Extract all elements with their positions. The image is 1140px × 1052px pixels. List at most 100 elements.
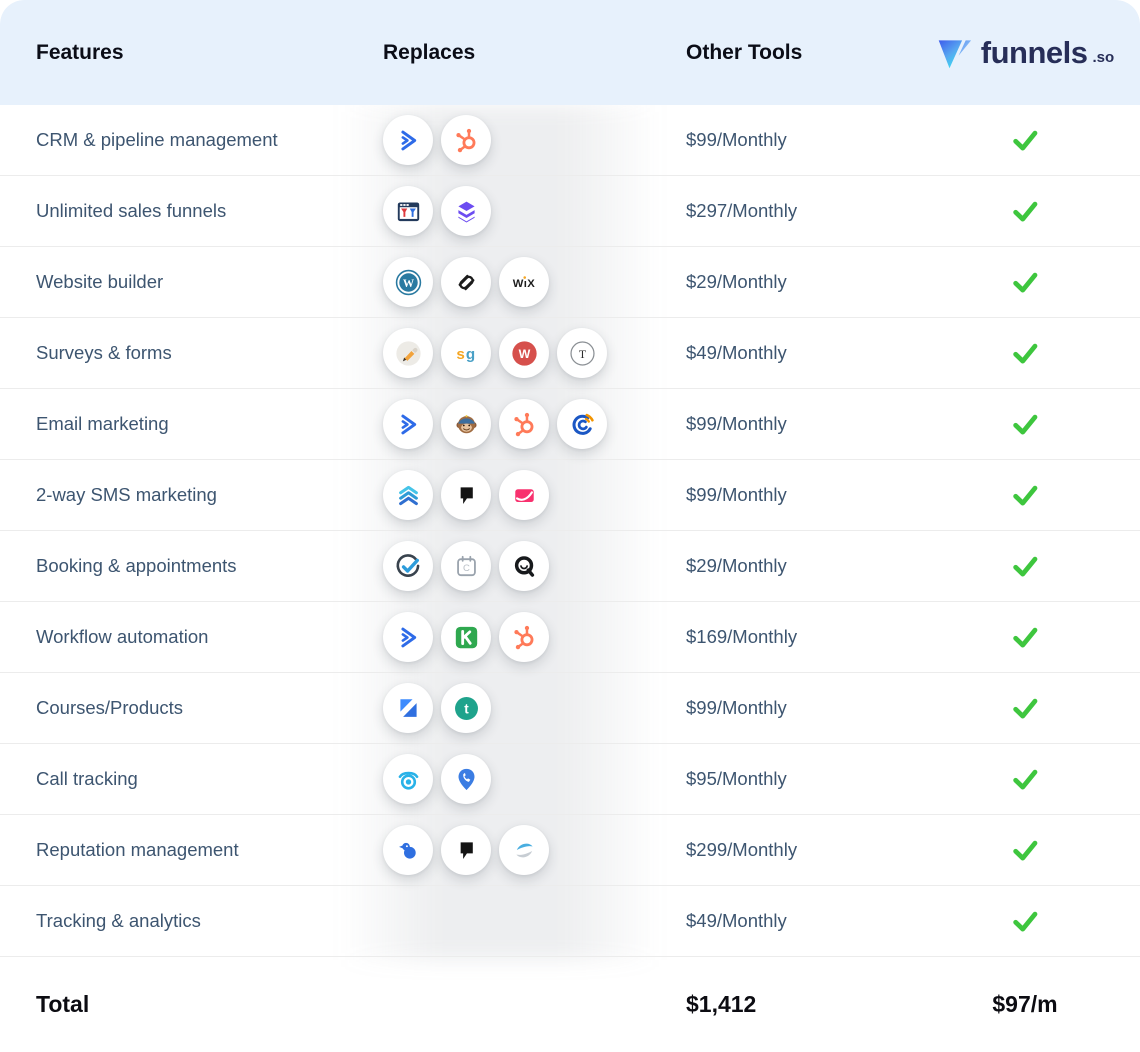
envelope-badge [499,470,549,520]
funnel-logo-icon [936,35,972,71]
surveygizmo-icon: sg [453,340,480,367]
funnels-included-cell [910,338,1140,368]
replaces-tools [383,612,650,662]
hubspot-icon [453,127,480,154]
svg-text:WıX: WıX [512,277,534,289]
squarespace-badge [441,257,491,307]
check-circle-icon [395,553,422,580]
kajabi-badge [383,683,433,733]
svg-text:g: g [465,346,474,363]
table-row: Call tracking $95/Monthly [0,744,1140,815]
feature-label: Booking & appointments [0,555,383,577]
quote-bubble-icon [453,482,480,509]
table-row: Surveys & forms sgWT $49/Monthly [0,318,1140,389]
funnels-included-cell [910,551,1140,581]
column-header-other-tools: Other Tools [650,41,910,65]
feature-label: Unlimited sales funnels [0,200,383,222]
table-header: Features Replaces Other Tools [0,0,1140,105]
mailchimp-badge [441,399,491,449]
wordpress-icon: W [395,269,422,296]
clickfunnels-badge [383,186,433,236]
included-check-icon [1010,835,1040,865]
total-label: Total [0,991,383,1018]
leadpages-badge [441,186,491,236]
table-row: Website builder WWıX $29/Monthly [0,247,1140,318]
included-check-icon [1010,267,1040,297]
included-check-icon [1010,906,1040,936]
other-tools-price: $99/Monthly [650,484,910,506]
replaces-tools [383,186,650,236]
svg-text:W: W [518,347,530,361]
funnels-included-cell [910,409,1140,439]
wix-badge: WıX [499,257,549,307]
feature-label: CRM & pipeline management [0,129,383,151]
callrail-badge [383,754,433,804]
funnels-included-cell [910,622,1140,652]
svg-text:C: C [463,562,470,573]
activecampaign-icon [395,127,422,154]
funnels-included-cell [910,480,1140,510]
squarespace-icon [453,269,480,296]
hubspot-badge [441,115,491,165]
constantcontact-badge [557,399,607,449]
hubspot-icon [511,624,538,651]
wix-icon: WıX [511,269,538,296]
other-tools-price: $169/Monthly [650,626,910,648]
other-tools-price: $299/Monthly [650,839,910,861]
feature-label: Website builder [0,271,383,293]
quote-bubble-badge [441,470,491,520]
table-row: CRM & pipeline management $99/Monthly [0,105,1140,176]
pencil-form-badge [383,328,433,378]
funnels-included-cell [910,835,1140,865]
pencil-form-icon [395,340,422,367]
replaces-tools: W WıX [383,257,650,307]
funnels-included-cell [910,764,1140,794]
funnels-included-cell [910,125,1140,155]
swoosh-icon [511,837,538,864]
other-tools-price: $99/Monthly [650,413,910,435]
feature-label: Tracking & analytics [0,910,383,932]
kajabi-icon [395,695,422,722]
funnels-included-cell [910,267,1140,297]
other-tools-price: $95/Monthly [650,768,910,790]
feature-label: Call tracking [0,768,383,790]
table-row: 2-way SMS marketing $99/Monthly [0,460,1140,531]
included-check-icon [1010,125,1040,155]
activecampaign-badge [383,115,433,165]
typeform-icon: T [569,340,596,367]
table-row: Reputation management $299/Monthly [0,815,1140,886]
swoosh-badge [499,825,549,875]
leadpages-icon [453,198,480,225]
replaces-tools: sg W T [383,328,650,378]
total-other-tools: $1,412 [650,991,910,1018]
other-tools-price: $29/Monthly [650,555,910,577]
included-check-icon [1010,409,1040,439]
other-tools-price: $49/Monthly [650,910,910,932]
included-check-icon [1010,764,1040,794]
funnels-included-cell [910,196,1140,226]
included-check-icon [1010,551,1040,581]
replaces-tools: C [383,541,650,591]
table-row: Email marketing $99/Monthly [0,389,1140,460]
keap-icon [453,624,480,651]
mailchimp-icon [453,411,480,438]
feature-label: Email marketing [0,413,383,435]
phone-pin-badge [441,754,491,804]
activecampaign-icon [395,411,422,438]
birdeye-icon [395,837,422,864]
column-header-features: Features [0,41,383,65]
calendar-badge: C [441,541,491,591]
surveygizmo-badge: sg [441,328,491,378]
activecampaign-badge [383,399,433,449]
svg-text:s: s [456,346,464,363]
svg-text:W: W [402,277,414,289]
table-row: Unlimited sales funnels $297/Monthly [0,176,1140,247]
column-header-replaces: Replaces [383,41,650,65]
included-check-icon [1010,693,1040,723]
acuity-icon [511,553,538,580]
teachable-badge: t [441,683,491,733]
hubspot-icon [511,411,538,438]
table-row: Booking & appointments C $29/Monthly [0,531,1140,602]
included-check-icon [1010,622,1040,652]
activecampaign-badge [383,612,433,662]
